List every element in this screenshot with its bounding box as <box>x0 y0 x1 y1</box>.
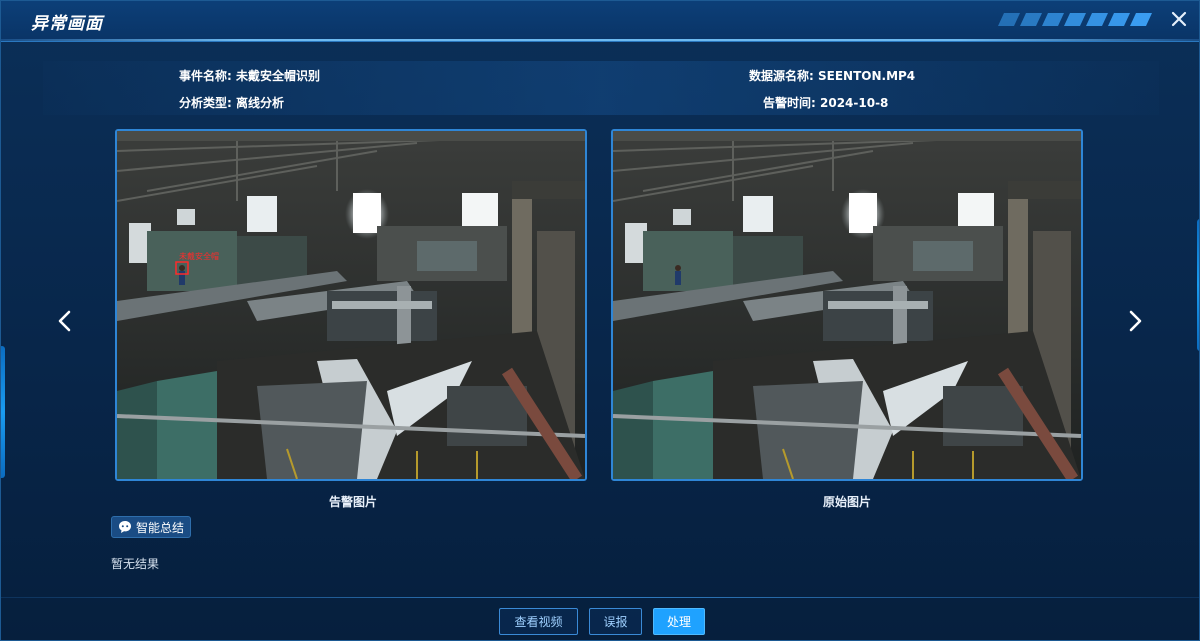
smart-summary-button[interactable]: 智能总结 <box>111 516 191 538</box>
analysis-type-value: 离线分析 <box>236 96 285 110</box>
view-video-button[interactable]: 查看视频 <box>499 608 578 635</box>
close-icon <box>1171 11 1187 27</box>
analysis-type-field: 分析类型: 离线分析 <box>179 94 284 111</box>
original-image[interactable] <box>611 129 1083 481</box>
false-report-button[interactable]: 误报 <box>589 608 642 635</box>
close-button[interactable] <box>1167 7 1191 31</box>
chevron-left-icon <box>58 310 71 332</box>
alarm-time-label: 告警时间: <box>763 96 816 110</box>
anomaly-dialog: 异常画面 事件名称: 未戴安全帽识别 分析类型: 离线分析 数据源名称: SEE… <box>0 0 1200 641</box>
alarm-image-caption: 告警图片 <box>328 495 377 509</box>
detection-label: 未戴安全帽 <box>179 251 219 261</box>
chevron-right-icon <box>1129 310 1142 332</box>
dialog-header: 异常画面 <box>1 1 1199 42</box>
source-name-label: 数据源名称: <box>749 69 814 83</box>
footer-divider <box>1 597 1199 598</box>
dialog-title: 异常画面 <box>31 14 103 34</box>
alarm-scene: 未戴安全帽 <box>117 131 585 479</box>
source-name-value: SEENTON.MP4 <box>818 69 916 83</box>
original-scene <box>613 131 1081 479</box>
source-name-field: 数据源名称: SEENTON.MP4 <box>749 67 915 84</box>
event-name-label: 事件名称: <box>179 69 232 83</box>
smart-summary-label: 智能总结 <box>136 520 185 535</box>
alarm-image[interactable]: 未戴安全帽 <box>115 129 587 481</box>
left-side-tab[interactable] <box>1 346 5 478</box>
next-image-button[interactable] <box>1123 305 1147 337</box>
decorative-stripes <box>998 13 1152 26</box>
event-name-field: 事件名称: 未戴安全帽识别 <box>179 67 320 84</box>
event-name-value: 未戴安全帽识别 <box>236 69 321 83</box>
prev-image-button[interactable] <box>53 305 77 337</box>
header-underline <box>1 39 1199 41</box>
handle-button[interactable]: 处理 <box>653 608 705 635</box>
summary-result-text: 暂无结果 <box>111 557 160 571</box>
alarm-time-value: 2024-10-8 <box>820 96 889 110</box>
original-image-caption: 原始图片 <box>822 495 871 509</box>
robot-chat-icon <box>119 521 131 533</box>
analysis-type-label: 分析类型: <box>179 96 232 110</box>
alarm-time-field: 告警时间: 2024-10-8 <box>763 94 888 111</box>
